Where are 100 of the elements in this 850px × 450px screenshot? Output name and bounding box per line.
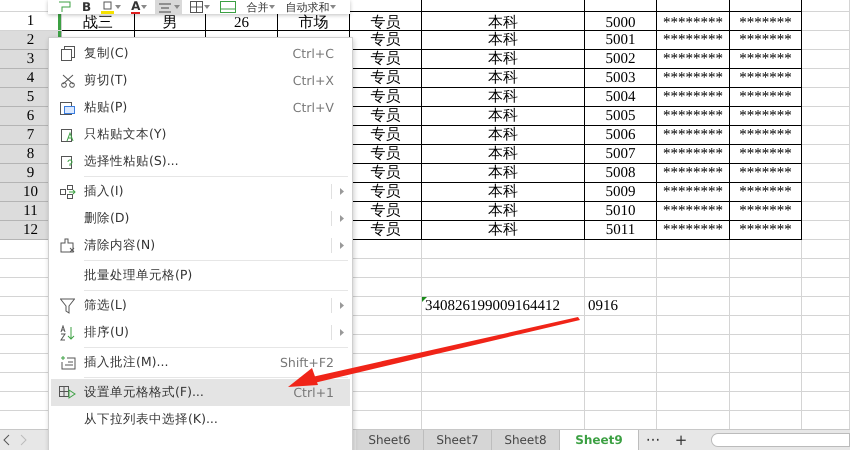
- sheet-tab[interactable]: Sheet6: [356, 430, 424, 450]
- table-cell: [802, 12, 850, 31]
- table-cell: ********: [657, 221, 730, 240]
- add-sheet-button[interactable]: +: [667, 430, 695, 450]
- border-icon: [190, 1, 204, 13]
- scissors-icon: [60, 74, 74, 88]
- comment-icon: [60, 355, 76, 370]
- table-cell: [802, 316, 850, 335]
- submenu-arrow-icon: [340, 188, 344, 195]
- table-cell: 本科: [422, 126, 585, 145]
- menu-item[interactable]: 排序(U): [51, 319, 350, 346]
- table-cell: [730, 259, 802, 278]
- table-cell: *******: [730, 12, 802, 31]
- font-color-button[interactable]: A: [129, 0, 150, 14]
- table-cell: 5010: [585, 202, 657, 221]
- table-cell: *******: [730, 145, 802, 164]
- table-cell: *******: [730, 183, 802, 202]
- table-cell: [585, 316, 657, 335]
- menu-item[interactable]: 筛选(L): [51, 292, 350, 319]
- table-cell: [585, 335, 657, 354]
- sheet-tab[interactable]: Sheet7: [424, 430, 492, 450]
- table-cell: [730, 373, 802, 392]
- table-cell: [730, 316, 802, 335]
- table-cell: [585, 392, 657, 411]
- table-cell: [802, 183, 850, 202]
- caret-icon: [204, 5, 210, 9]
- funnel-icon: [60, 298, 75, 314]
- bold-button[interactable]: B: [80, 0, 94, 14]
- clipboard-icon: [60, 100, 75, 115]
- submenu-arrow-icon: [340, 329, 344, 336]
- table-cell: *******: [730, 88, 802, 107]
- table-cell: [802, 373, 850, 392]
- table-cell: [585, 259, 657, 278]
- table-cell: 本科: [422, 145, 585, 164]
- table-cell: 本科: [422, 164, 585, 183]
- table-cell: 5004: [585, 88, 657, 107]
- eraser-icon: [60, 238, 75, 253]
- table-cell: 5005: [585, 107, 657, 126]
- table-cell: [802, 88, 850, 107]
- table-cell: 专员: [350, 12, 422, 31]
- table-cell: [802, 31, 850, 50]
- table-cell: [730, 240, 802, 259]
- autosum-button[interactable]: 自动求和: [283, 0, 338, 14]
- menu-item[interactable]: 插入批注(M)... Shift+F2: [51, 349, 350, 376]
- table-cell: [802, 221, 850, 240]
- column-header[interactable]: [585, 0, 657, 12]
- table-cell: [585, 373, 657, 392]
- table-cell: [802, 145, 850, 164]
- brush-icon: [58, 1, 72, 13]
- more-tabs-button[interactable]: ···: [639, 430, 667, 450]
- table-cell: *******: [730, 164, 802, 183]
- previous-icon[interactable]: [2, 434, 10, 446]
- table-cell: ********: [657, 126, 730, 145]
- table-cell: [730, 335, 802, 354]
- column-header[interactable]: [657, 0, 730, 12]
- caret-icon: [330, 5, 336, 9]
- table-cell: ********: [657, 164, 730, 183]
- table-cell: ********: [657, 88, 730, 107]
- menu-item[interactable]: 从下拉列表中选择(K)...: [51, 406, 350, 433]
- row-header[interactable]: 1: [0, 12, 62, 31]
- table-cell: 0916: [585, 297, 657, 316]
- column-header[interactable]: [422, 0, 585, 12]
- table-cell: 5001: [585, 31, 657, 50]
- table-cell: *******: [730, 50, 802, 69]
- caret-icon: [269, 5, 276, 9]
- cell-style-button[interactable]: [218, 0, 238, 14]
- table-cell: [802, 69, 850, 88]
- sheet-tab[interactable]: Sheet8: [492, 430, 560, 450]
- table-cell: 5003: [585, 69, 657, 88]
- align-button[interactable]: [155, 0, 182, 14]
- column-header[interactable]: [730, 0, 802, 12]
- table-cell: 本科: [422, 202, 585, 221]
- table-cell: [802, 392, 850, 411]
- menu-item[interactable]: 批量处理单元格(P): [51, 262, 350, 289]
- table-cell: ********: [657, 145, 730, 164]
- table-cell: [802, 297, 850, 316]
- submenu-arrow-icon: [340, 215, 344, 222]
- menu-item[interactable]: 设置单元格格式(F)... Ctrl+1: [51, 379, 350, 406]
- submenu-arrow-icon: [340, 302, 344, 309]
- caret-icon: [141, 5, 148, 9]
- table-cell: 本科: [422, 107, 585, 126]
- table-cell: *******: [730, 221, 802, 240]
- table-cell: 5011: [585, 221, 657, 240]
- table-cell: 5002: [585, 50, 657, 69]
- table-arrow-icon: [59, 386, 76, 399]
- fill-color-button[interactable]: [99, 0, 124, 14]
- border-button[interactable]: [188, 0, 212, 14]
- table-cell: ********: [657, 69, 730, 88]
- fill-color-icon: [101, 0, 114, 14]
- merge-button[interactable]: 合并: [244, 0, 278, 14]
- clipboard-text-icon: [60, 127, 74, 142]
- table-cell: 5006: [585, 126, 657, 145]
- table-cell: 5007: [585, 145, 657, 164]
- table-cell: ********: [657, 107, 730, 126]
- table-cell: [730, 392, 802, 411]
- caret-icon: [174, 5, 180, 9]
- table-cell: [585, 278, 657, 297]
- table-cell: [730, 297, 802, 316]
- horizontal-scrollbar[interactable]: [711, 433, 850, 447]
- table-cell: 本科: [422, 88, 585, 107]
